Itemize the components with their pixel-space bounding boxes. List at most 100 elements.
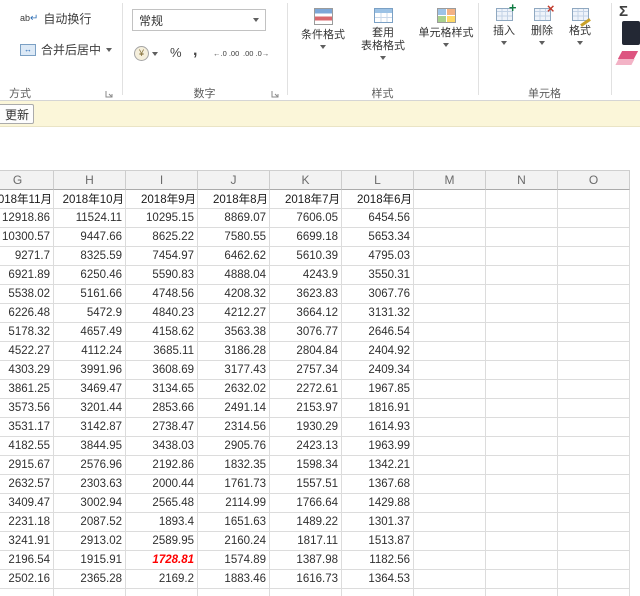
cell[interactable] <box>486 361 558 380</box>
cell[interactable]: 4840.23 <box>126 304 198 323</box>
cell[interactable]: 5610.39 <box>270 247 342 266</box>
cell[interactable] <box>414 247 486 266</box>
cell[interactable]: 2018年11月 <box>0 190 54 209</box>
cell[interactable]: 1930.29 <box>270 418 342 437</box>
cell[interactable]: 2738.47 <box>126 418 198 437</box>
column-header-N[interactable]: N <box>486 170 558 190</box>
cell[interactable] <box>486 323 558 342</box>
cell[interactable]: 1513.87 <box>342 532 414 551</box>
cell[interactable]: 3550.31 <box>342 266 414 285</box>
cell[interactable]: 2913.02 <box>54 532 126 551</box>
cell[interactable] <box>414 266 486 285</box>
cell[interactable]: 1614.93 <box>342 418 414 437</box>
cell[interactable] <box>558 532 630 551</box>
cell[interactable]: 2565.48 <box>126 494 198 513</box>
cell[interactable]: 2018年6月 <box>342 190 414 209</box>
cell[interactable]: 3142.87 <box>54 418 126 437</box>
cell[interactable] <box>558 380 630 399</box>
cell[interactable] <box>486 380 558 399</box>
cell[interactable]: 1574.89 <box>198 551 270 570</box>
cell[interactable]: 5472.9 <box>54 304 126 323</box>
cell[interactable] <box>342 589 414 596</box>
cell[interactable] <box>558 456 630 475</box>
cell[interactable]: 7580.55 <box>198 228 270 247</box>
cell[interactable]: 2169.2 <box>126 570 198 589</box>
dialog-launcher-icon[interactable] <box>270 86 280 98</box>
cell[interactable]: 1342.21 <box>342 456 414 475</box>
cell[interactable] <box>486 494 558 513</box>
cell[interactable]: 4795.03 <box>342 247 414 266</box>
cell[interactable] <box>558 190 630 209</box>
cell[interactable]: 3002.94 <box>54 494 126 513</box>
cell[interactable]: 3563.38 <box>198 323 270 342</box>
fill-button[interactable] <box>622 21 640 45</box>
cell[interactable] <box>558 209 630 228</box>
cell[interactable]: 1817.11 <box>270 532 342 551</box>
cell[interactable] <box>126 589 198 596</box>
cell[interactable]: 3573.56 <box>0 399 54 418</box>
cell[interactable]: 1915.91 <box>54 551 126 570</box>
cell[interactable] <box>414 418 486 437</box>
cell[interactable] <box>558 247 630 266</box>
cell[interactable]: 1766.64 <box>270 494 342 513</box>
cell[interactable]: 3134.65 <box>126 380 198 399</box>
cell[interactable]: 2905.76 <box>198 437 270 456</box>
column-header-G[interactable]: G <box>0 170 54 190</box>
cell[interactable]: 4243.9 <box>270 266 342 285</box>
cell[interactable]: 2632.02 <box>198 380 270 399</box>
cell[interactable] <box>414 190 486 209</box>
cell[interactable]: 4748.56 <box>126 285 198 304</box>
cell[interactable]: 1387.98 <box>270 551 342 570</box>
cell[interactable]: 2576.96 <box>54 456 126 475</box>
cell[interactable]: 6921.89 <box>0 266 54 285</box>
cell[interactable]: 2915.67 <box>0 456 54 475</box>
cell[interactable] <box>414 494 486 513</box>
cell[interactable] <box>414 342 486 361</box>
cell[interactable]: 2087.52 <box>54 513 126 532</box>
number-format-select[interactable]: 常规 <box>132 9 266 31</box>
cell[interactable] <box>558 589 630 596</box>
cell[interactable] <box>558 418 630 437</box>
cell[interactable]: 2114.99 <box>198 494 270 513</box>
cell[interactable]: 8869.07 <box>198 209 270 228</box>
cell[interactable]: 2502.16 <box>0 570 54 589</box>
cell[interactable]: 2632.57 <box>0 475 54 494</box>
cell[interactable] <box>558 570 630 589</box>
cell[interactable]: 1651.63 <box>198 513 270 532</box>
cell[interactable] <box>414 361 486 380</box>
cell[interactable]: 10300.57 <box>0 228 54 247</box>
cell[interactable] <box>414 323 486 342</box>
cell[interactable]: 1301.37 <box>342 513 414 532</box>
cell[interactable] <box>486 247 558 266</box>
cell[interactable]: 6250.46 <box>54 266 126 285</box>
cell[interactable]: 2365.28 <box>54 570 126 589</box>
cell[interactable] <box>486 190 558 209</box>
cell[interactable]: 9271.7 <box>0 247 54 266</box>
cell[interactable] <box>558 266 630 285</box>
cell[interactable]: 1832.35 <box>198 456 270 475</box>
cell[interactable]: 2000.44 <box>126 475 198 494</box>
cell[interactable]: 2272.61 <box>270 380 342 399</box>
comma-style-button[interactable]: , <box>193 43 197 59</box>
cell[interactable]: 1367.68 <box>342 475 414 494</box>
column-header-H[interactable]: H <box>54 170 126 190</box>
update-button[interactable]: 更新 <box>0 104 34 124</box>
cell[interactable]: 2853.66 <box>126 399 198 418</box>
cell[interactable] <box>558 551 630 570</box>
cell[interactable] <box>486 589 558 596</box>
column-header-J[interactable]: J <box>198 170 270 190</box>
cell[interactable]: 3685.11 <box>126 342 198 361</box>
cell[interactable]: 4522.27 <box>0 342 54 361</box>
cell[interactable] <box>414 437 486 456</box>
cell[interactable] <box>486 266 558 285</box>
cell[interactable] <box>558 399 630 418</box>
cell[interactable]: 3531.17 <box>0 418 54 437</box>
cell-styles-button[interactable]: 单元格样式 <box>417 5 475 83</box>
cell[interactable]: 4303.29 <box>0 361 54 380</box>
cell[interactable] <box>486 437 558 456</box>
cell[interactable]: 1489.22 <box>270 513 342 532</box>
insert-cells-button[interactable]: 插入 <box>486 0 522 83</box>
cell[interactable] <box>414 532 486 551</box>
cell[interactable]: 8625.22 <box>126 228 198 247</box>
format-as-table-button[interactable]: 套用 表格格式 <box>352 5 414 83</box>
